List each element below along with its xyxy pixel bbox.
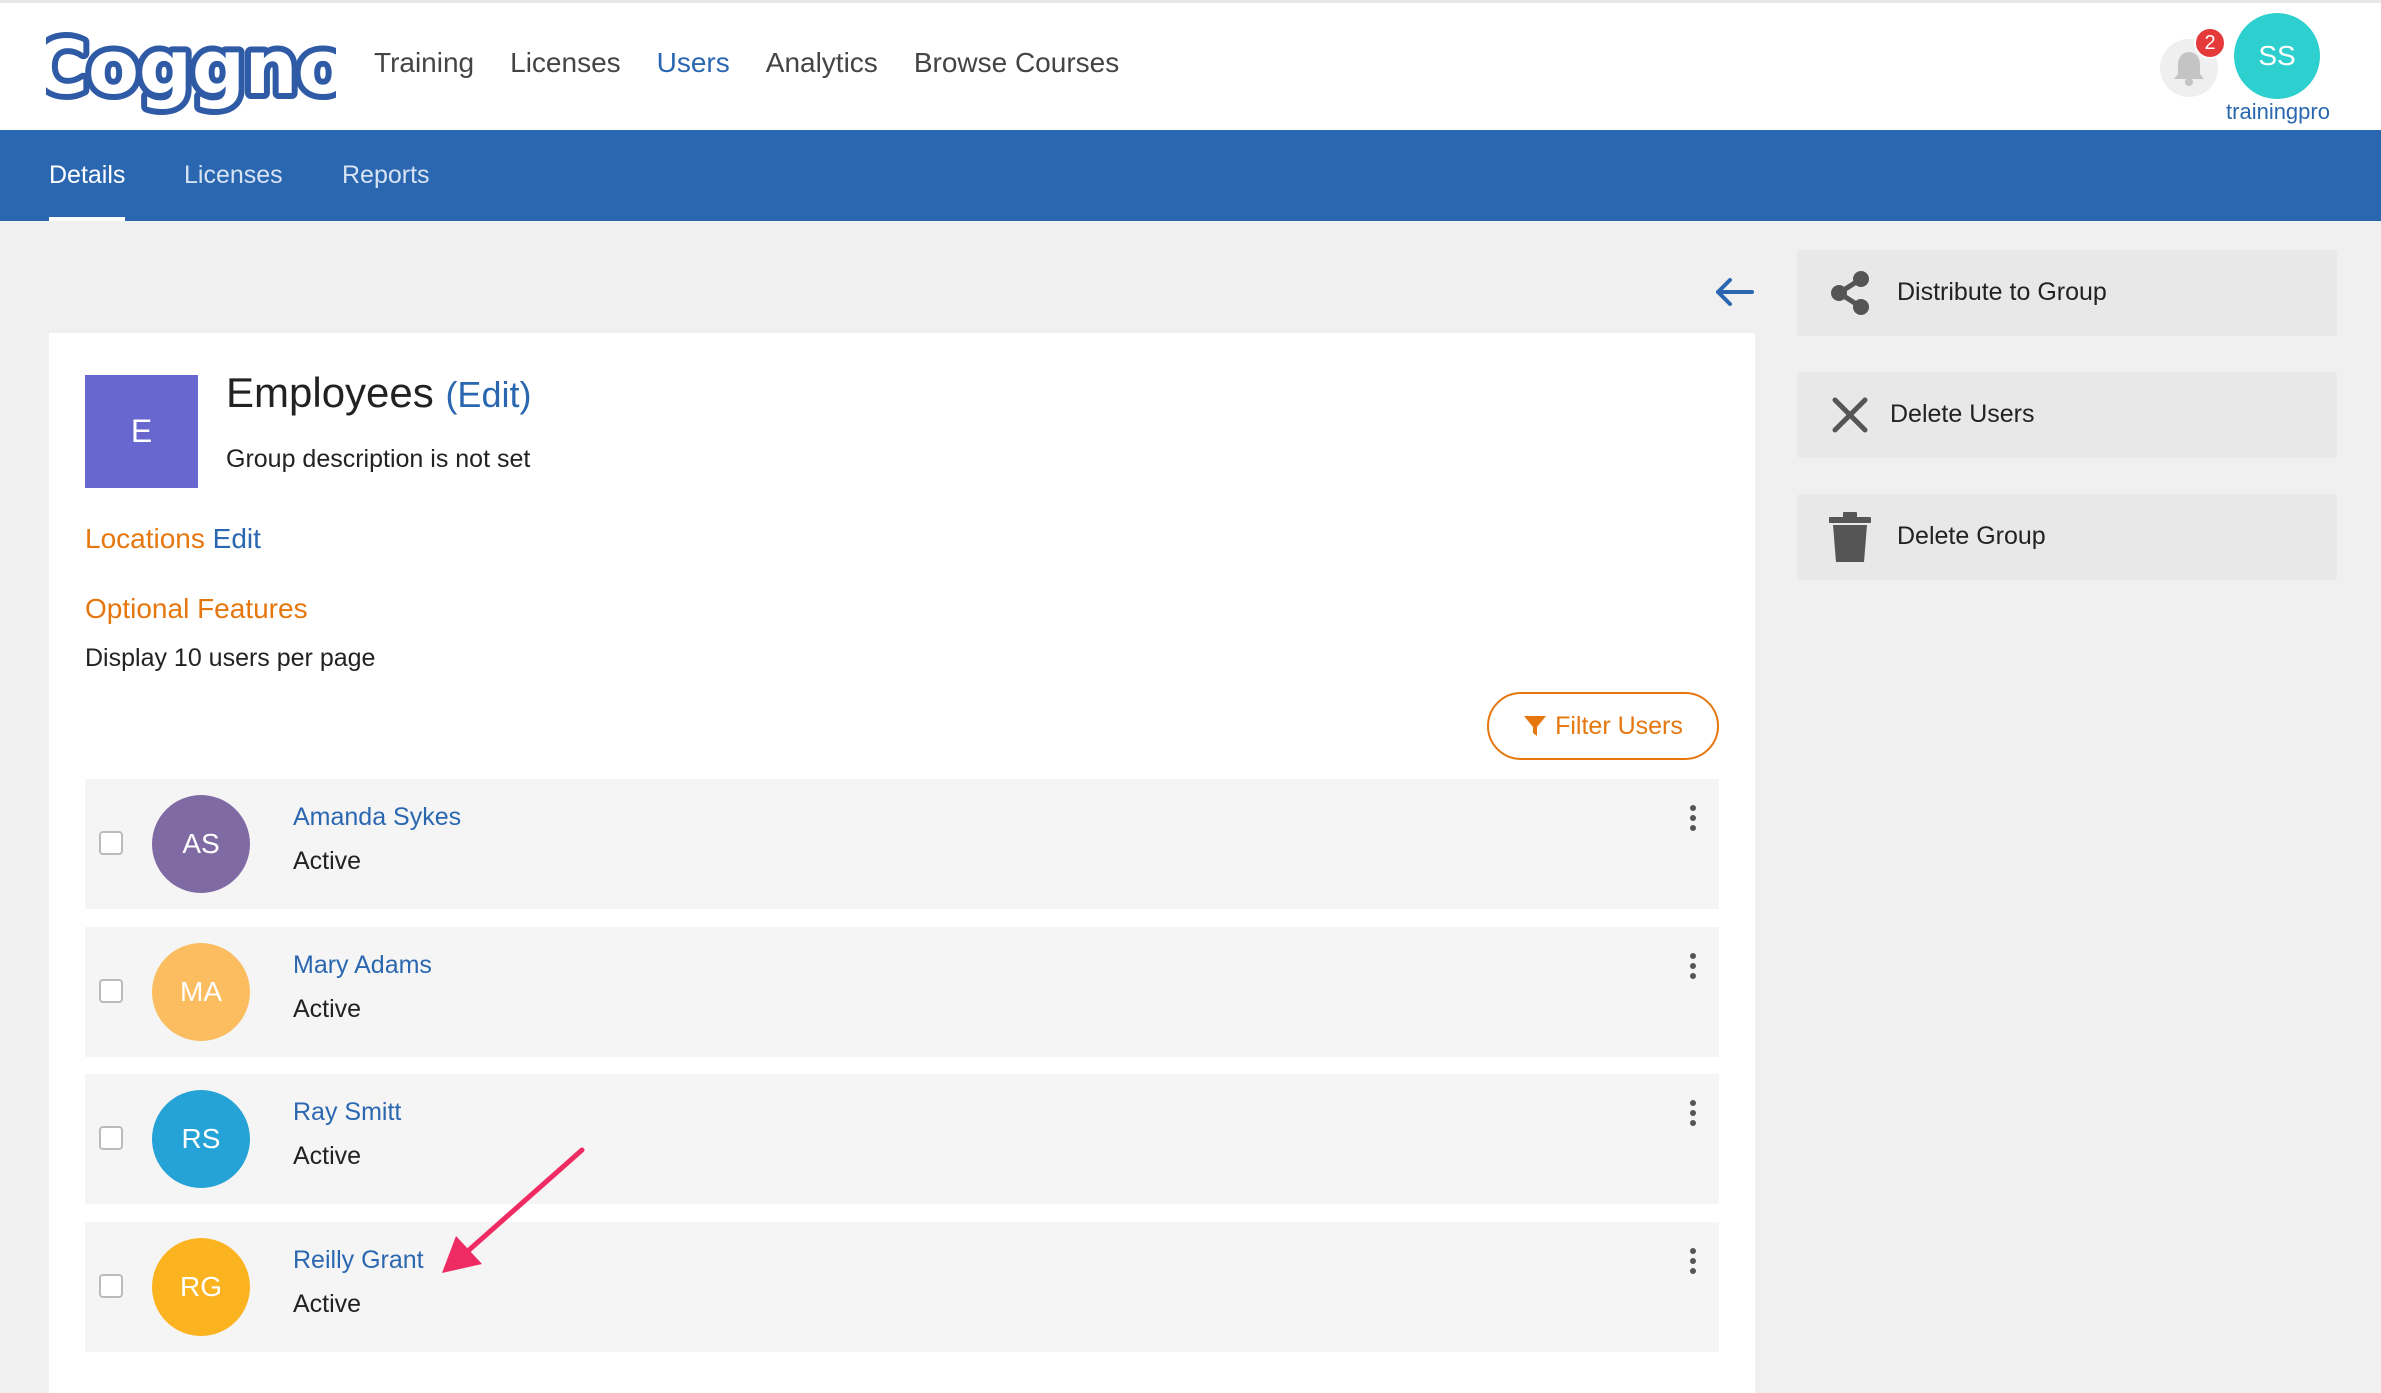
user-name-link[interactable]: Reilly Grant xyxy=(293,1246,424,1275)
distribute-to-group-label: Distribute to Group xyxy=(1897,278,2107,306)
logo-text: Coggno xyxy=(46,25,336,111)
more-options-icon[interactable] xyxy=(1685,803,1701,833)
sub-nav: Details Licenses Reports xyxy=(0,130,2381,221)
user-name-link[interactable]: Amanda Sykes xyxy=(293,803,461,832)
locations-section: Locations Edit xyxy=(85,523,261,555)
more-options-icon[interactable] xyxy=(1685,951,1701,981)
user-name-link[interactable]: trainingpro xyxy=(2216,99,2340,125)
group-name: Employees xyxy=(226,369,434,416)
user-avatar: RS xyxy=(152,1090,250,1188)
main-nav: Training Licenses Users Analytics Browse… xyxy=(374,47,1119,79)
filter-users-label: Filter Users xyxy=(1555,711,1683,740)
tab-licenses[interactable]: Licenses xyxy=(184,130,283,221)
filter-icon xyxy=(1524,716,1547,736)
annotation-arrow-icon xyxy=(442,1147,585,1273)
user-select-checkbox[interactable] xyxy=(99,979,123,1003)
nav-training[interactable]: Training xyxy=(374,47,474,79)
top-header: Coggno Training Licenses Users Analytics… xyxy=(0,0,2381,130)
edit-group-link[interactable]: (Edit) xyxy=(445,374,531,415)
more-options-icon[interactable] xyxy=(1685,1246,1701,1276)
close-icon xyxy=(1832,397,1868,433)
user-avatar[interactable]: SS xyxy=(2234,13,2320,99)
user-select-checkbox[interactable] xyxy=(99,1274,123,1298)
user-row: AS Amanda Sykes Active xyxy=(85,779,1719,909)
notification-count-badge: 2 xyxy=(2194,27,2226,59)
group-description: Group description is not set xyxy=(226,445,531,473)
user-row: RG Reilly Grant Active xyxy=(85,1222,1719,1352)
user-select-checkbox[interactable] xyxy=(99,831,123,855)
nav-analytics[interactable]: Analytics xyxy=(766,47,878,79)
delete-users-label: Delete Users xyxy=(1890,400,2035,428)
tab-reports[interactable]: Reports xyxy=(342,130,430,221)
group-avatar: E xyxy=(85,375,198,488)
group-title: Employees (Edit) xyxy=(226,369,531,417)
user-status: Active xyxy=(293,847,362,875)
user-avatar: RG xyxy=(152,1238,250,1336)
user-status: Active xyxy=(293,1290,362,1318)
nav-licenses[interactable]: Licenses xyxy=(510,47,621,79)
user-select-checkbox[interactable] xyxy=(99,1126,123,1150)
tab-details[interactable]: Details xyxy=(49,130,126,221)
more-options-icon[interactable] xyxy=(1685,1098,1701,1128)
distribute-to-group-button[interactable]: Distribute to Group xyxy=(1797,250,2337,336)
locations-label: Locations xyxy=(85,523,205,554)
nav-browse-courses[interactable]: Browse Courses xyxy=(914,47,1119,79)
group-details-card: E Employees (Edit) Group description is … xyxy=(49,333,1755,1393)
delete-users-button[interactable]: Delete Users xyxy=(1797,372,2337,458)
user-row: MA Mary Adams Active xyxy=(85,927,1719,1057)
nav-users[interactable]: Users xyxy=(657,47,730,79)
user-row: RS Ray Smitt Active xyxy=(85,1074,1719,1204)
back-arrow-icon[interactable] xyxy=(1712,272,1756,312)
coggno-logo[interactable]: Coggno xyxy=(46,23,336,115)
delete-group-button[interactable]: Delete Group xyxy=(1797,494,2337,580)
user-avatar: MA xyxy=(152,943,250,1041)
share-icon xyxy=(1831,271,1869,315)
user-name-link[interactable]: Ray Smitt xyxy=(293,1098,401,1127)
user-avatar: AS xyxy=(152,795,250,893)
trash-icon xyxy=(1829,512,1871,562)
per-page-text: Display 10 users per page xyxy=(85,644,376,672)
user-status: Active xyxy=(293,1142,362,1170)
user-status: Active xyxy=(293,995,362,1023)
user-name-link[interactable]: Mary Adams xyxy=(293,951,432,980)
delete-group-label: Delete Group xyxy=(1897,522,2046,550)
optional-features-heading: Optional Features xyxy=(85,593,308,624)
edit-locations-link[interactable]: Edit xyxy=(213,523,261,554)
filter-users-button[interactable]: Filter Users xyxy=(1487,692,1719,760)
